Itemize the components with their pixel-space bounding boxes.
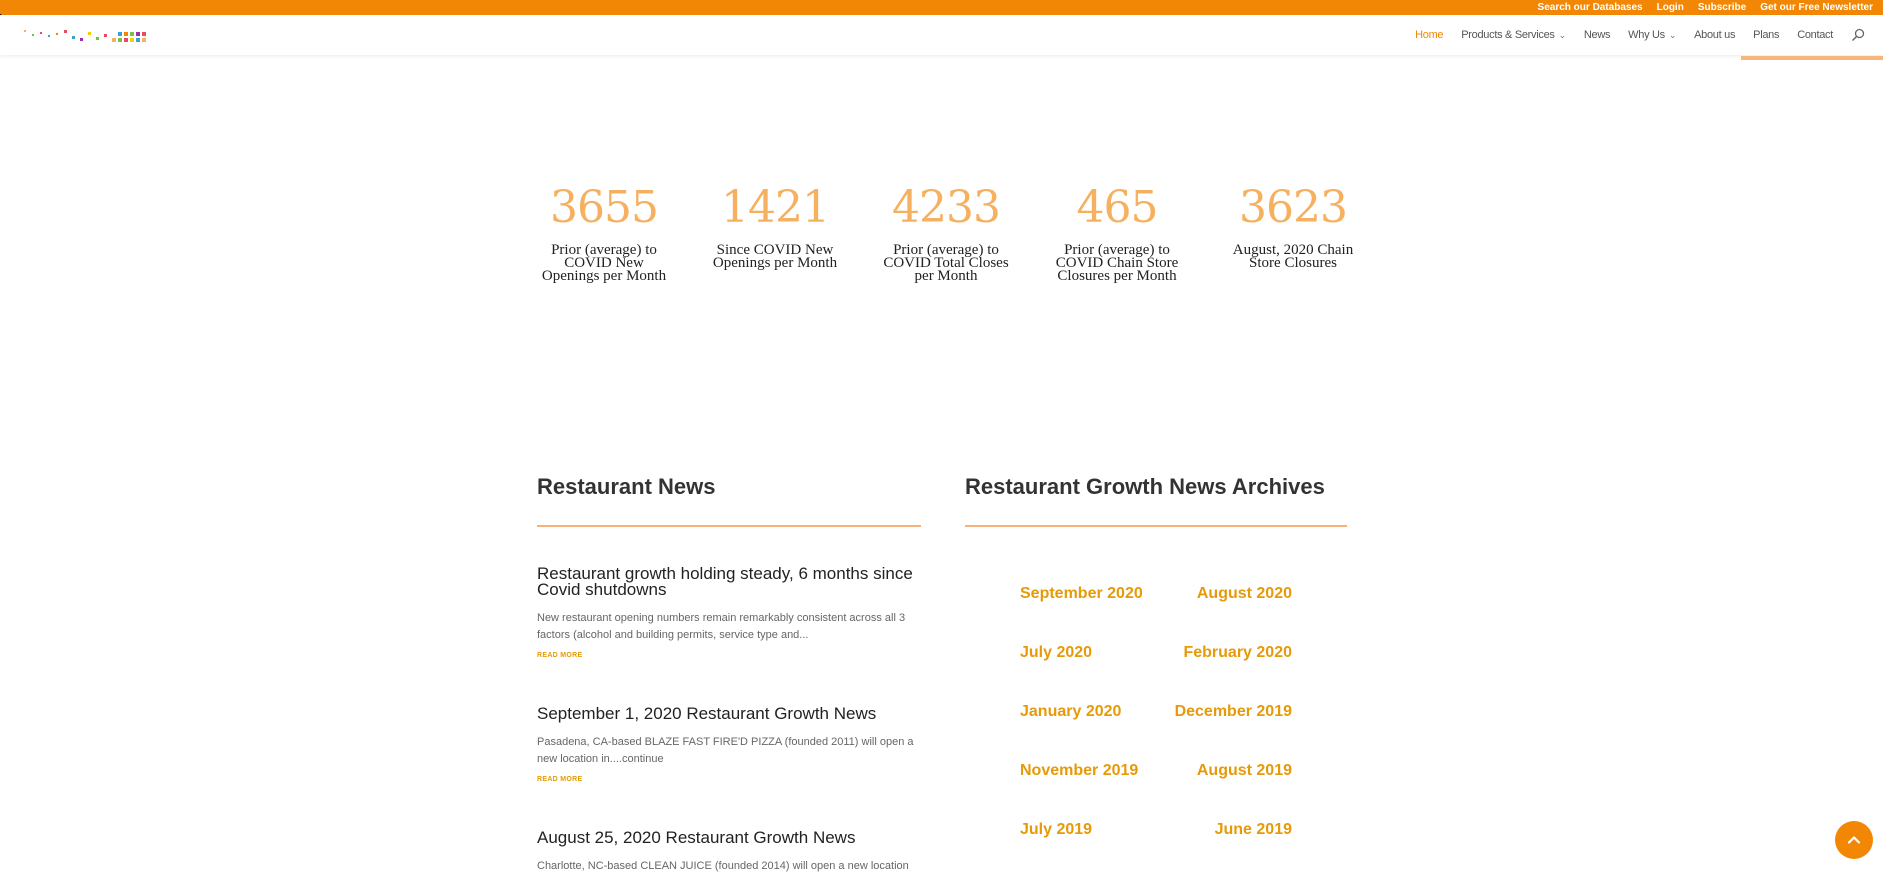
news-item: September 1, 2020 Restaurant Growth News… — [537, 705, 922, 786]
read-more-link[interactable]: READ MORE — [537, 776, 582, 783]
archive-link[interactable]: August 2019 — [1197, 762, 1292, 780]
search-databases-link[interactable]: Search our Databases — [1538, 2, 1643, 13]
subscribe-link[interactable]: Subscribe — [1698, 2, 1746, 13]
archive-link[interactable]: July 2019 — [1020, 821, 1092, 839]
stat-label: Prior (average) to COVID New Openings pe… — [541, 242, 667, 284]
archive-link[interactable]: July 2020 — [1020, 644, 1092, 662]
stat-item: 4233 Prior (average) to COVID Total Clos… — [878, 182, 1014, 284]
nav-why-us-label: Why Us — [1628, 29, 1665, 41]
stat-number: 4233 — [892, 182, 1001, 233]
top-utility-bar: Search our Databases Login Subscribe Get… — [0, 0, 1883, 15]
archive-link[interactable]: February 2020 — [1183, 644, 1292, 662]
news-item: August 25, 2020 Restaurant Growth News C… — [537, 829, 922, 875]
archives-divider — [965, 525, 1347, 527]
stat-number: 3655 — [550, 182, 659, 233]
read-more-link[interactable]: READ MORE — [537, 652, 582, 659]
stat-item: 3623 August, 2020 Chain Store Closures — [1225, 182, 1361, 271]
stat-label: Since COVID New Openings per Month — [712, 242, 838, 271]
stat-number: 3623 — [1239, 182, 1348, 233]
nav-active-underline — [1741, 56, 1883, 60]
chevron-down-icon: ⌄ — [1558, 30, 1567, 40]
archive-link[interactable]: December 2019 — [1175, 703, 1292, 721]
news-excerpt: New restaurant opening numbers remain re… — [537, 612, 906, 641]
chevron-down-icon: ⌄ — [1668, 30, 1677, 40]
nav-about[interactable]: About us — [1694, 29, 1735, 41]
news-item: Restaurant growth holding steady, 6 mont… — [537, 565, 922, 662]
news-title-link[interactable]: August 25, 2020 Restaurant Growth News — [537, 829, 922, 846]
stat-label: August, 2020 Chain Store Closures — [1232, 242, 1354, 271]
newsletter-link[interactable]: Get our Free Newsletter — [1760, 2, 1873, 13]
main-header: Home Products & Services ⌄ News Why Us ⌄ A… — [0, 15, 1883, 55]
stat-number: 465 — [1076, 182, 1159, 233]
stat-label: Prior (average) to COVID Chain Store Clo… — [1055, 242, 1179, 284]
stat-item: 3655 Prior (average) to COVID New Openin… — [536, 182, 672, 284]
utility-links: Search our Databases Login Subscribe Get… — [1538, 0, 1873, 15]
stats-section: 3655 Prior (average) to COVID New Openin… — [536, 182, 1366, 322]
site-logo[interactable] — [22, 24, 152, 44]
main-nav: Home Products & Services ⌄ News Why Us ⌄ A… — [1415, 15, 1865, 55]
archive-link[interactable]: January 2020 — [1020, 703, 1121, 721]
news-excerpt: Pasadena, CA-based BLAZE FAST FIRE'D PIZ… — [537, 736, 914, 765]
nav-home[interactable]: Home — [1415, 29, 1443, 41]
archive-link[interactable]: November 2019 — [1020, 762, 1138, 780]
news-title-link[interactable]: Restaurant growth holding steady, 6 mont… — [537, 565, 922, 598]
archive-link[interactable]: August 2020 — [1197, 585, 1292, 603]
nav-news[interactable]: News — [1584, 29, 1611, 41]
search-icon[interactable] — [1851, 28, 1865, 42]
stat-label: Prior (average) to COVID Total Closes pe… — [883, 242, 1009, 284]
scroll-to-top-button[interactable] — [1835, 821, 1873, 859]
restaurant-news-heading: Restaurant News — [537, 474, 716, 499]
news-excerpt: Charlotte, NC-based CLEAN JUICE (founded… — [537, 860, 909, 872]
nav-contact[interactable]: Contact — [1797, 29, 1833, 41]
stat-item: 1421 Since COVID New Openings per Month — [707, 182, 843, 271]
nav-plans[interactable]: Plans — [1753, 29, 1779, 41]
stat-number: 1421 — [721, 182, 830, 233]
chevron-up-icon — [1847, 836, 1861, 844]
archive-link[interactable]: September 2020 — [1020, 585, 1143, 603]
archive-link[interactable]: June 2019 — [1215, 821, 1292, 839]
archives-heading: Restaurant Growth News Archives — [965, 474, 1325, 499]
nav-products[interactable]: Products & Services ⌄ — [1461, 29, 1566, 41]
nav-why-us[interactable]: Why Us ⌄ — [1628, 29, 1676, 41]
news-divider — [537, 525, 921, 527]
stat-item: 465 Prior (average) to COVID Chain Store… — [1049, 182, 1185, 284]
news-title-link[interactable]: September 1, 2020 Restaurant Growth News — [537, 705, 922, 722]
nav-products-label: Products & Services — [1461, 29, 1555, 41]
login-link[interactable]: Login — [1657, 2, 1684, 13]
